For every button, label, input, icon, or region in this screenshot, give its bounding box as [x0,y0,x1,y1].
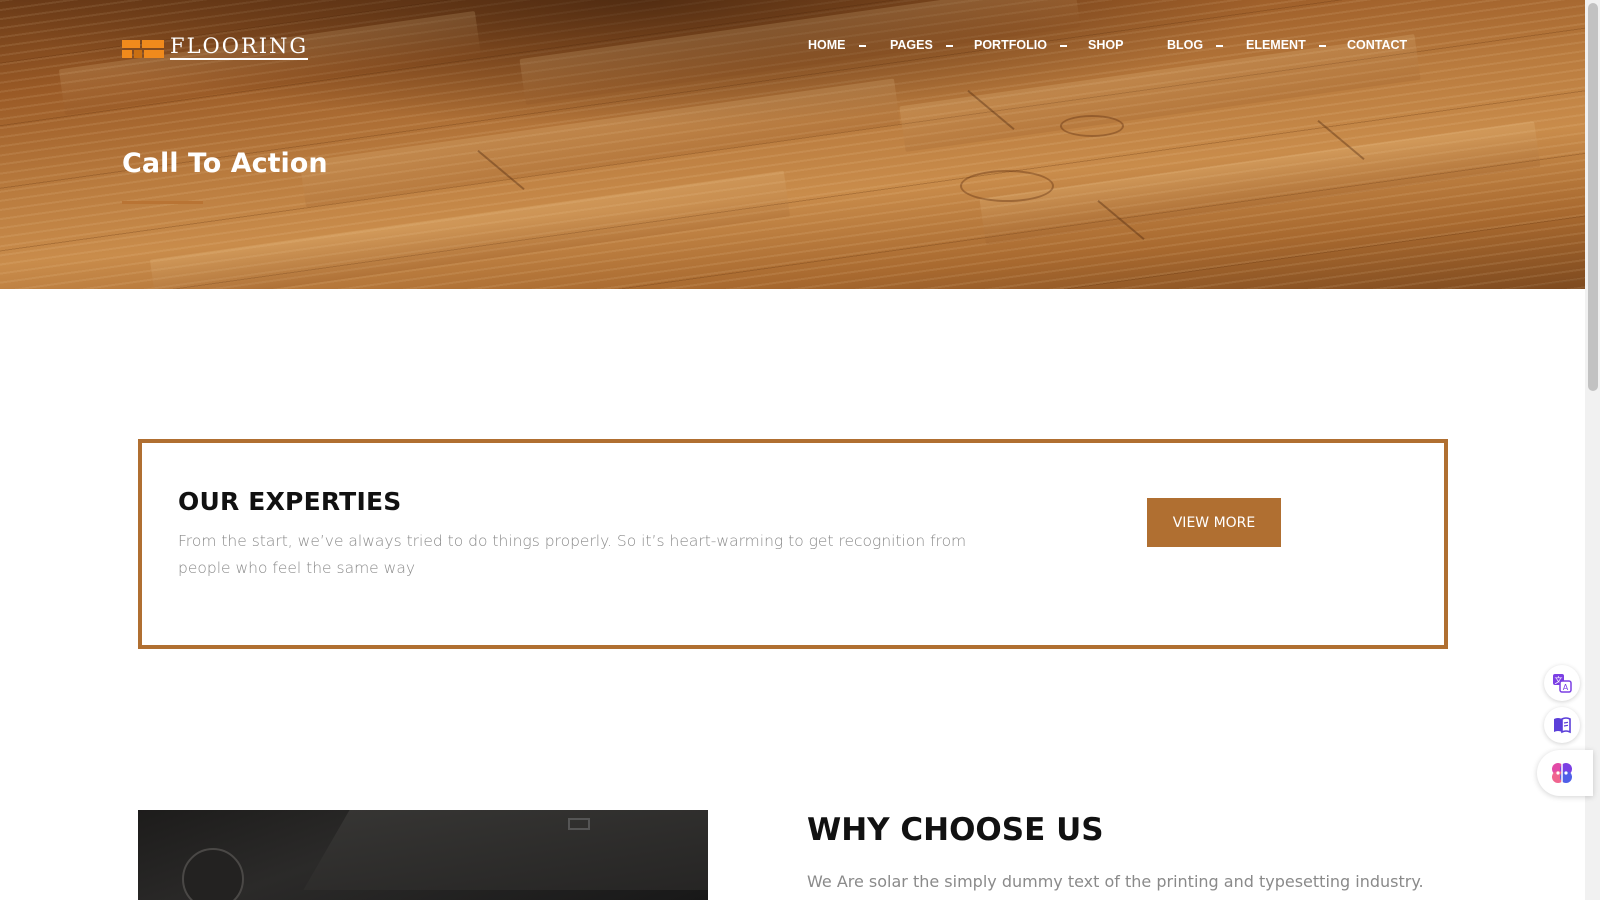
nav-item-label: PAGES [890,38,933,52]
wood-plank [58,10,482,116]
ai-assistant-button[interactable] [1537,750,1593,796]
nav-item-label: HOME [808,38,846,52]
cta-heading: OUR EXPERTIES [178,487,402,516]
wood-plank [299,78,901,208]
scrollbar-thumb[interactable] [1588,3,1598,391]
page-title: Call To Action [122,148,328,179]
ai-brain-icon [1552,763,1572,783]
view-more-button[interactable]: VIEW MORE [1147,498,1281,547]
photo-ceiling [303,810,708,890]
clock-icon [182,848,244,900]
wood-plank [979,121,1541,245]
nav-item-portfolio[interactable]: PORTFOLIO [974,38,1067,52]
cta-description: From the start, we’ve always tried to do… [178,532,967,577]
dropdown-indicator-icon [1318,44,1326,47]
interior-photo [138,810,708,900]
wood-knot [960,170,1054,202]
reader-icon [1554,717,1571,734]
dropdown-indicator-icon [1059,44,1067,47]
nav-item-blog[interactable]: BLOG [1167,38,1224,52]
translate-button[interactable]: 文 A [1544,665,1580,701]
nav-item-contact[interactable]: CONTACT [1347,38,1407,52]
dropdown-indicator-icon [945,44,953,47]
main-nav: HOME PAGES PORTFOLIO SHOP BLOG ELEMENT C… [0,38,1585,58]
nav-item-home[interactable]: HOME [808,38,866,52]
dropdown-indicator-icon [858,44,866,47]
nav-item-label: BLOG [1167,38,1204,52]
vent-icon [568,818,590,830]
nav-item-label: PORTFOLIO [974,38,1047,52]
why-choose-us-text: We Are solar the simply dummy text of th… [807,872,1427,891]
translate-icon: 文 A [1553,674,1572,693]
nav-item-element[interactable]: ELEMENT [1246,38,1326,52]
nav-item-shop[interactable]: SHOP [1088,38,1123,52]
hero-banner: FLOORING HOME PAGES PORTFOLIO SHOP BLOG … [0,0,1585,289]
wood-plank [149,170,791,289]
cta-box: OUR EXPERTIES From the start, we’ve alwa… [138,439,1448,649]
nav-item-label: SHOP [1088,38,1124,52]
title-underline [122,201,203,204]
nav-item-pages[interactable]: PAGES [890,38,953,52]
svg-text:A: A [1563,683,1569,692]
wood-knot [1060,115,1124,137]
reader-button[interactable] [1544,707,1580,743]
why-choose-us-heading: WHY CHOOSE US [807,812,1104,848]
nav-item-label: ELEMENT [1246,38,1306,52]
dropdown-indicator-icon [1216,44,1224,47]
nav-item-label: CONTACT [1347,38,1408,52]
